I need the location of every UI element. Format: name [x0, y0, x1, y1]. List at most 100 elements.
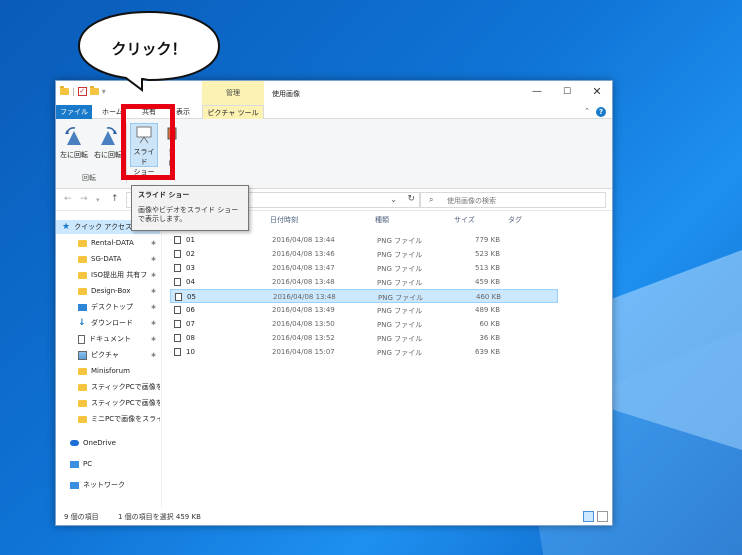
highlight-rectangle	[121, 104, 175, 180]
nav-item-stickpc-1[interactable]: スティックPCで画像をス	[56, 380, 160, 394]
nav-item-pictures[interactable]: ピクチャ ✱	[56, 348, 160, 362]
slideshow-tooltip: スライド ショー 画像やビデオをスライド ショーで表示します。	[131, 185, 249, 231]
window-title: 使用画像	[272, 90, 300, 98]
file-size: 513 KB	[475, 264, 500, 272]
png-file-icon	[174, 264, 181, 272]
file-row[interactable]: 03 2016/04/08 13:47 PNG ファイル 513 KB	[170, 261, 558, 275]
file-row[interactable]: 10 2016/04/08 15:07 PNG ファイル 639 KB	[170, 345, 558, 359]
address-dropdown-icon[interactable]: ⌄	[390, 195, 397, 204]
minimize-button[interactable]: —	[522, 81, 552, 105]
search-icon: ⌕	[429, 195, 434, 204]
nav-label: デスクトップ	[91, 303, 133, 311]
nav-label: クイック アクセス	[74, 223, 132, 231]
file-name: 05	[187, 293, 196, 301]
nav-label: スティックPCで画像をス	[91, 383, 160, 391]
file-size: 523 KB	[475, 250, 500, 258]
large-icons-view-icon[interactable]	[597, 511, 608, 522]
nav-item-desktop[interactable]: デスクトップ ✱	[56, 300, 160, 314]
rotate-right-button[interactable]: 右に回転	[92, 125, 124, 160]
click-callout-bubble: クリック！	[76, 10, 222, 92]
refresh-icon[interactable]: ↻	[407, 194, 415, 204]
nav-item-minipc[interactable]: ミニPCで画像をスライド	[56, 412, 160, 426]
file-type: PNG ファイル	[378, 294, 424, 302]
file-name: 04	[186, 278, 195, 286]
rotate-left-button[interactable]: 左に回転	[58, 125, 90, 160]
nav-label: ピクチャ	[91, 351, 119, 359]
recent-locations-icon[interactable]: ▾	[96, 196, 100, 204]
document-icon	[78, 334, 85, 344]
nav-item-pc[interactable]: PC	[56, 457, 160, 471]
folder-icon	[78, 271, 87, 279]
file-type: PNG ファイル	[377, 307, 423, 315]
search-placeholder: 使用画像の検索	[447, 197, 496, 205]
file-date: 2016/04/08 13:49	[272, 306, 335, 314]
help-icon[interactable]: ?	[596, 107, 606, 117]
file-date: 2016/04/08 13:48	[272, 278, 335, 286]
nav-item-stickpc-2[interactable]: スティックPCで画像をス	[56, 396, 160, 410]
close-button[interactable]: ✕	[582, 81, 612, 105]
column-header-size[interactable]: サイズ	[454, 215, 475, 225]
file-row-selected[interactable]: 05 2016/04/08 13:48 PNG ファイル 460 KB	[170, 289, 558, 303]
pin-icon: ✱	[150, 335, 156, 343]
ribbon-collapse-icon[interactable]: ⌃	[584, 107, 590, 115]
callout-text: クリック！	[111, 40, 187, 58]
pin-icon: ✱	[150, 287, 156, 295]
file-size: 460 KB	[476, 293, 501, 301]
file-row[interactable]: 02 2016/04/08 13:46 PNG ファイル 523 KB	[170, 247, 558, 261]
nav-item-documents[interactable]: ドキュメント ✱	[56, 332, 160, 346]
png-file-icon	[174, 334, 181, 342]
nav-item-sg-data[interactable]: SG-DATA ✱	[56, 252, 160, 266]
nav-item-minisforum[interactable]: Minisforum	[56, 364, 160, 378]
png-file-icon	[174, 236, 181, 244]
file-size: 459 KB	[475, 278, 500, 286]
file-row[interactable]: 06 2016/04/08 13:49 PNG ファイル 489 KB	[170, 303, 558, 317]
nav-item-design-box[interactable]: Design-Box ✱	[56, 284, 160, 298]
navigation-pane: ★ クイック アクセス Rental-DATA ✱ SG-DATA ✱ ISO提…	[56, 212, 162, 508]
details-view-icon[interactable]	[583, 511, 594, 522]
png-file-icon	[174, 278, 181, 286]
png-file-icon	[175, 293, 182, 301]
pin-icon: ✱	[150, 271, 156, 279]
nav-label: ネットワーク	[83, 481, 125, 489]
up-arrow-icon[interactable]: ↑	[111, 194, 119, 204]
search-input[interactable]: ⌕ 使用画像の検索	[420, 192, 606, 208]
file-name: 01	[186, 236, 195, 244]
nav-item-rental-data[interactable]: Rental-DATA ✱	[56, 236, 160, 250]
pin-icon: ✱	[150, 319, 156, 327]
forward-arrow-icon[interactable]: →	[80, 194, 88, 204]
file-type: PNG ファイル	[377, 279, 423, 287]
file-row[interactable]: 04 2016/04/08 13:48 PNG ファイル 459 KB	[170, 275, 558, 289]
column-header-type[interactable]: 種類	[375, 215, 389, 225]
download-icon: ↓	[78, 317, 86, 328]
nav-label: Minisforum	[91, 367, 130, 375]
tab-picture-tools[interactable]: ピクチャ ツール	[202, 105, 264, 119]
file-name: 03	[186, 264, 195, 272]
nav-item-onedrive[interactable]: OneDrive	[56, 436, 160, 450]
tab-file[interactable]: ファイル	[56, 105, 92, 119]
back-arrow-icon[interactable]: ←	[64, 194, 72, 204]
file-size: 36 KB	[479, 334, 500, 342]
folder-icon	[78, 255, 87, 263]
file-size: 639 KB	[475, 348, 500, 356]
png-file-icon	[174, 250, 181, 258]
column-header-date[interactable]: 日付時刻	[270, 215, 298, 225]
png-file-icon	[174, 348, 181, 356]
desktop-icon	[78, 303, 87, 311]
nav-item-downloads[interactable]: ↓ ダウンロード ✱	[56, 316, 160, 330]
column-header-tag[interactable]: タグ	[508, 215, 522, 225]
nav-item-iso[interactable]: ISO提出用 共有フ ✱	[56, 268, 160, 282]
file-row[interactable]: 07 2016/04/08 13:50 PNG ファイル 60 KB	[170, 317, 558, 331]
file-date: 2016/04/08 13:48	[273, 293, 336, 301]
folder-icon	[78, 239, 87, 247]
folder-icon	[78, 287, 87, 295]
file-size: 779 KB	[475, 236, 500, 244]
nav-item-network[interactable]: ネットワーク	[56, 478, 160, 492]
maximize-button[interactable]: ☐	[552, 81, 582, 105]
nav-label: Design-Box	[91, 287, 131, 295]
file-type: PNG ファイル	[377, 349, 423, 357]
file-row[interactable]: 01 2016/04/08 13:44 PNG ファイル 779 KB	[170, 233, 558, 247]
rotate-left-icon	[65, 127, 81, 145]
file-type: PNG ファイル	[377, 251, 423, 259]
nav-label: ISO提出用 共有フ	[91, 271, 148, 279]
file-row[interactable]: 08 2016/04/08 13:52 PNG ファイル 36 KB	[170, 331, 558, 345]
